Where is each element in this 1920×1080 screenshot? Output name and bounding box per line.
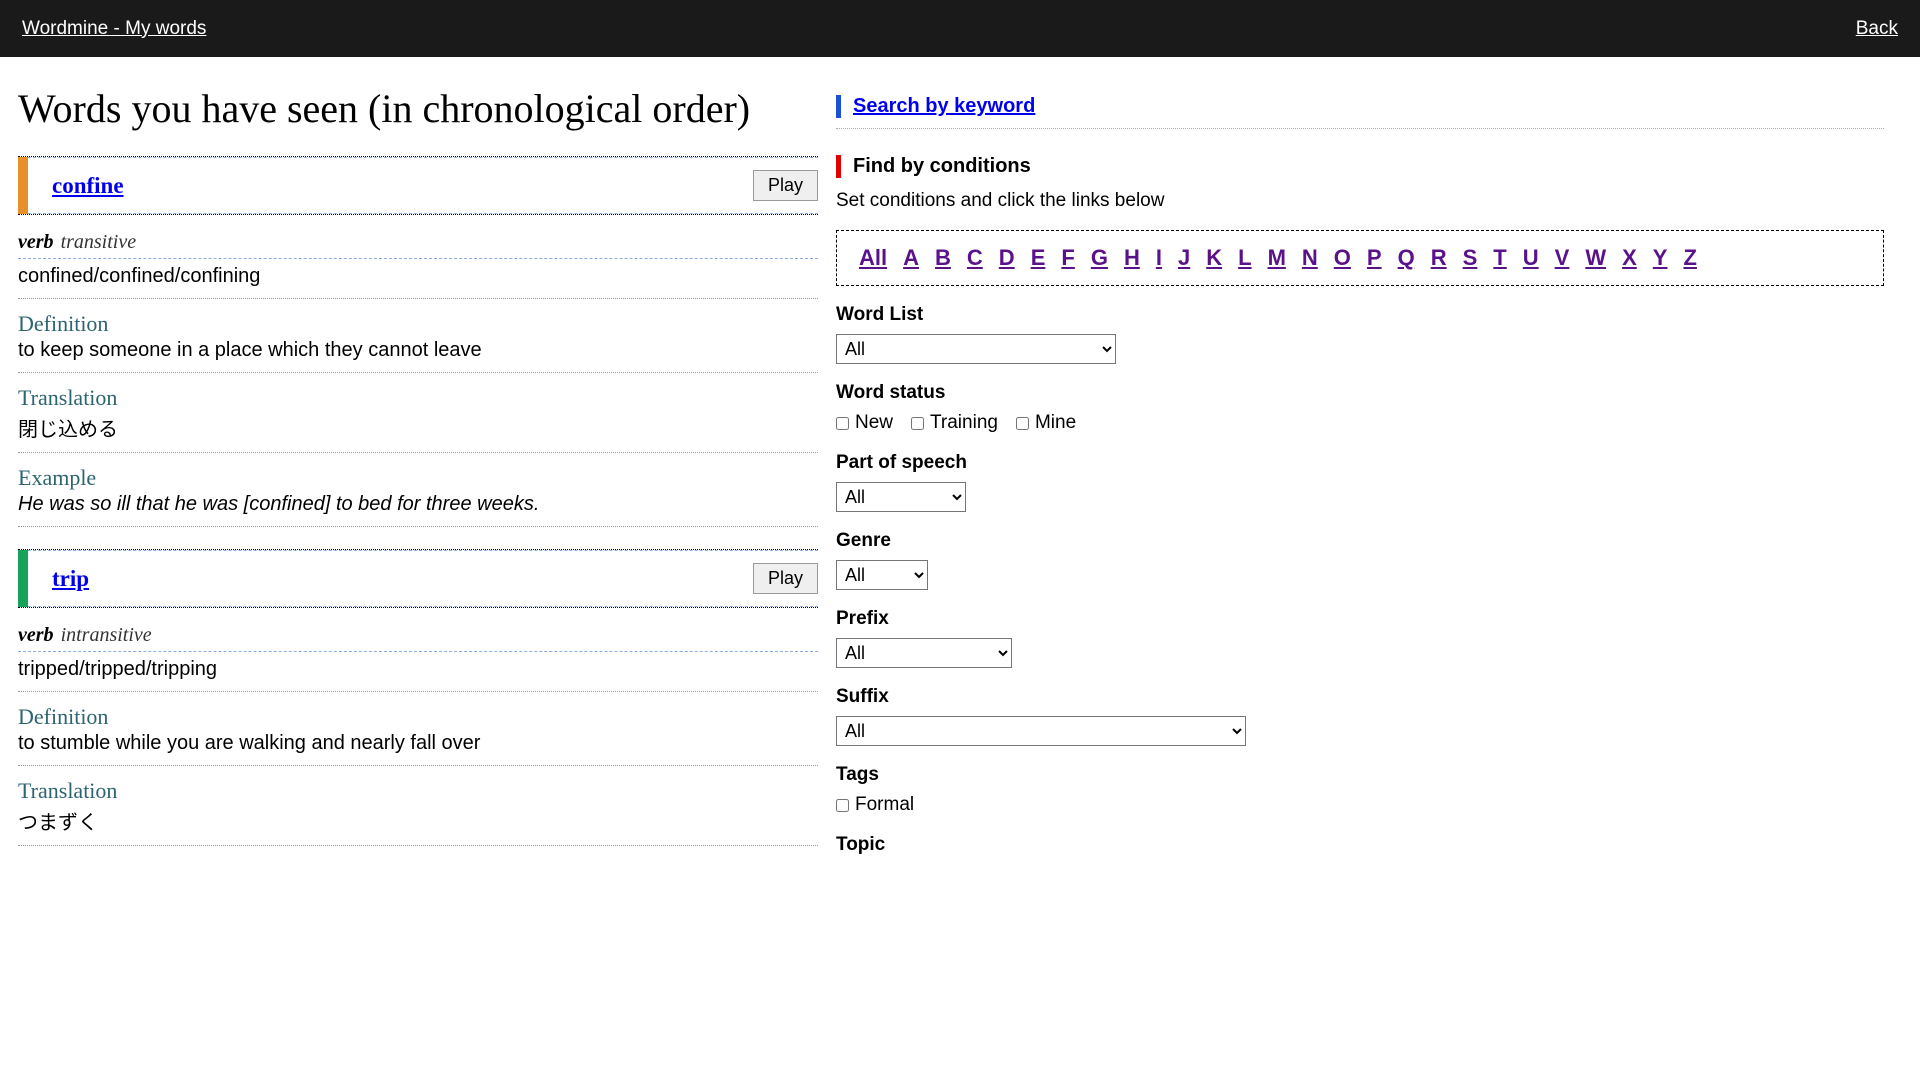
word-forms: confined/confined/confining [18,259,818,299]
alpha-filter-m[interactable]: M [1268,245,1286,271]
alpha-filter-u[interactable]: U [1523,245,1539,271]
tags-label: Tags [836,764,1884,786]
alpha-filter-d[interactable]: D [999,245,1015,271]
word-link[interactable]: trip [52,566,89,592]
topic-label: Topic [836,834,1884,856]
alpha-filter-s[interactable]: S [1463,245,1478,271]
back-link[interactable]: Back [1856,18,1898,40]
alpha-filter-i[interactable]: I [1156,245,1162,271]
alpha-filter-l[interactable]: L [1238,245,1251,271]
status-checkbox[interactable] [1016,417,1029,430]
example-label: Example [18,465,818,491]
find-by-conditions-heading: Find by conditions [836,155,1884,178]
alpha-filter-n[interactable]: N [1302,245,1318,271]
main-column: Words you have seen (in chronological or… [18,57,818,904]
status-option-label: New [855,412,893,434]
definition-text: to keep someone in a place which they ca… [18,337,818,373]
alpha-filter-f[interactable]: F [1061,245,1074,271]
alpha-filter-o[interactable]: O [1334,245,1351,271]
status-checkbox-row: New Training Mine [836,412,1884,434]
alpha-filter-g[interactable]: G [1091,245,1108,271]
suffix-select[interactable]: All [836,716,1246,746]
definition-label: Definition [18,704,818,730]
alpha-filter-e[interactable]: E [1031,245,1046,271]
alpha-filter-h[interactable]: H [1124,245,1140,271]
status-option[interactable]: New [836,412,893,434]
genre-select[interactable]: All [836,560,928,590]
word-entry: confine Play verb transitive confined/co… [18,156,818,527]
status-checkbox[interactable] [836,417,849,430]
find-note: Set conditions and click the links below [836,190,1884,212]
brand-link[interactable]: Wordmine - My words [22,18,206,40]
alphabet-filter: All ABCDEFGHIJKLMNOPQRSTUVWXYZ [836,230,1884,286]
part-of-speech: verb [18,231,54,253]
tag-checkbox[interactable] [836,799,849,812]
definition-text: to stumble while you are walking and nea… [18,730,818,766]
alpha-filter-z[interactable]: Z [1683,245,1696,271]
play-button[interactable]: Play [753,563,818,594]
wordlist-select[interactable]: All [836,334,1116,364]
tag-option[interactable]: Formal [836,794,914,816]
alpha-filter-all[interactable]: All [859,245,887,271]
word-forms: tripped/tripped/tripping [18,652,818,692]
pos-select[interactable]: All [836,482,966,512]
genre-label: Genre [836,530,1884,552]
alpha-filter-c[interactable]: C [967,245,983,271]
tags-checkbox-row: Formal [836,794,1884,816]
alpha-filter-y[interactable]: Y [1653,245,1668,271]
alpha-filter-q[interactable]: Q [1398,245,1415,271]
example-text: He was so ill that he was [confined] to … [18,491,818,527]
status-checkbox[interactable] [911,417,924,430]
translation-label: Translation [18,385,818,411]
alpha-filter-j[interactable]: J [1178,245,1190,271]
status-option-label: Mine [1035,412,1076,434]
word-link[interactable]: confine [52,173,124,199]
alpha-filter-t[interactable]: T [1493,245,1506,271]
sidebar: Search by keyword Find by conditions Set… [818,57,1902,904]
transitivity: transitive [61,231,137,253]
alpha-filter-p[interactable]: P [1367,245,1382,271]
alpha-filter-x[interactable]: X [1622,245,1637,271]
part-of-speech: verb [18,624,54,646]
status-option[interactable]: Mine [1016,412,1076,434]
translation-text: 閉じ込める [18,411,818,453]
suffix-label: Suffix [836,686,1884,708]
status-option[interactable]: Training [911,412,998,434]
status-color-bar [18,550,28,607]
prefix-label: Prefix [836,608,1884,630]
status-color-bar [18,157,28,214]
alpha-filter-r[interactable]: R [1431,245,1447,271]
top-bar: Wordmine - My words Back [0,0,1920,57]
alpha-filter-k[interactable]: K [1206,245,1222,271]
pos-label: Part of speech [836,452,1884,474]
translation-text: つまずく [18,804,818,846]
alpha-filter-a[interactable]: A [903,245,919,271]
status-option-label: Training [930,412,998,434]
page-title: Words you have seen (in chronological or… [18,85,818,132]
word-entry: trip Play verb intransitive tripped/trip… [18,549,818,846]
wordlist-label: Word List [836,304,1884,326]
transitivity: intransitive [61,624,152,646]
alpha-filter-v[interactable]: V [1555,245,1570,271]
prefix-select[interactable]: All [836,638,1012,668]
definition-label: Definition [18,311,818,337]
alpha-filter-b[interactable]: B [935,245,951,271]
status-label: Word status [836,382,1884,404]
translation-label: Translation [18,778,818,804]
tag-option-label: Formal [855,794,914,816]
search-by-keyword-link[interactable]: Search by keyword [836,95,1884,118]
play-button[interactable]: Play [753,170,818,201]
alpha-filter-w[interactable]: W [1585,245,1606,271]
